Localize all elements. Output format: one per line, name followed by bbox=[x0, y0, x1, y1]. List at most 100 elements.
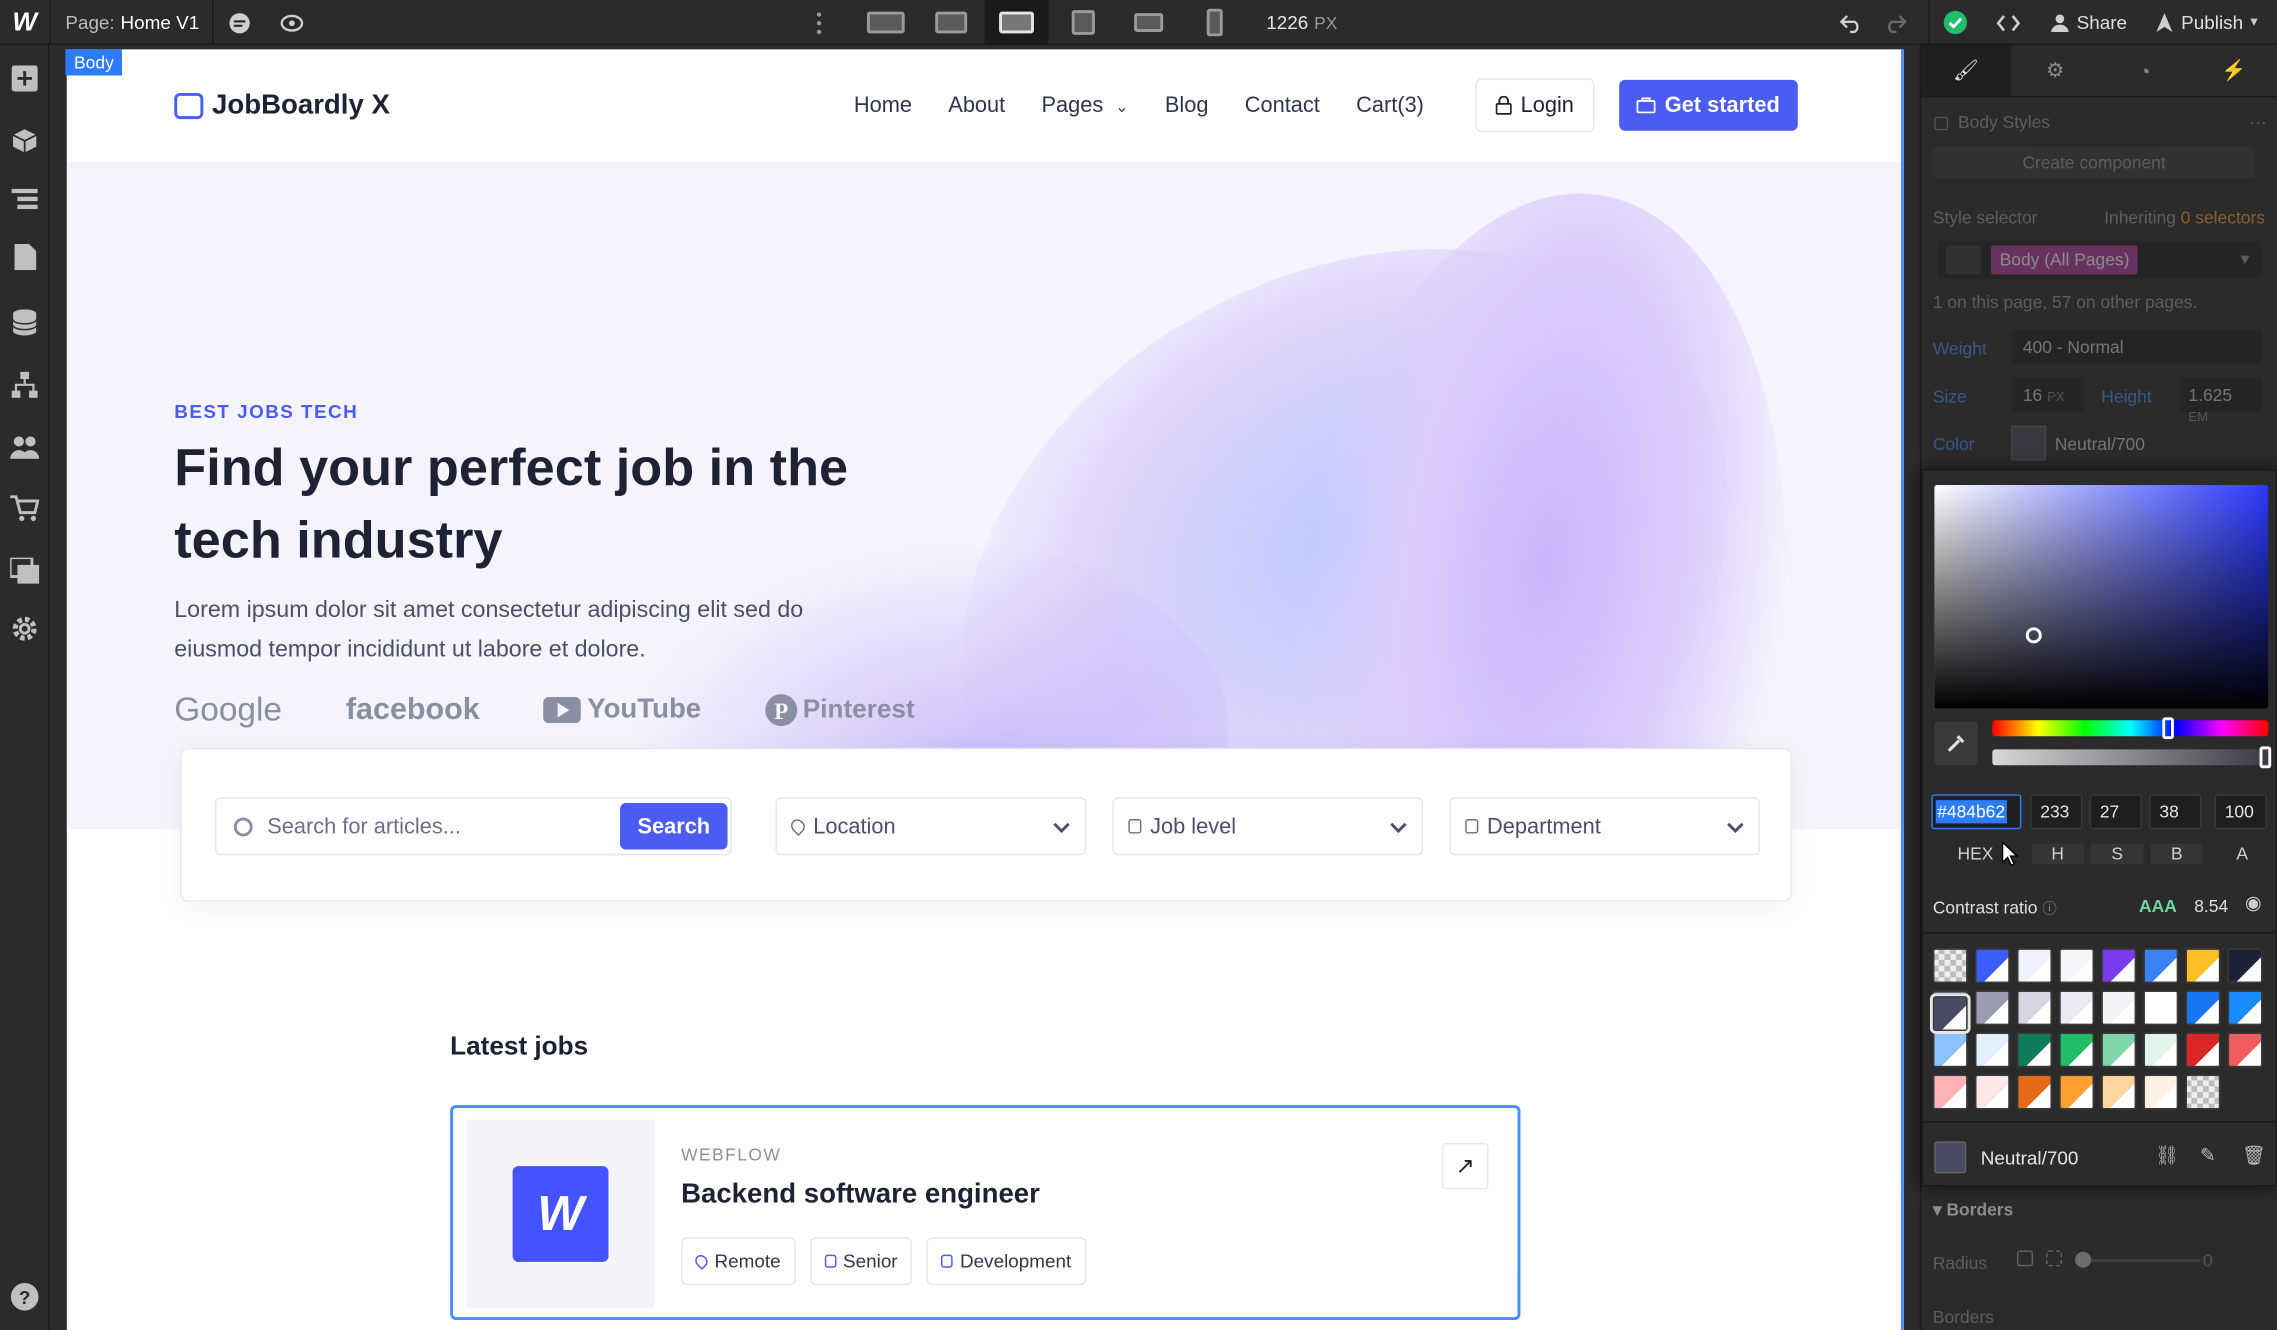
page-selector[interactable]: Page: Home V1 bbox=[65, 12, 199, 34]
create-component-button[interactable]: Create component bbox=[1932, 146, 2256, 179]
share-button[interactable]: Share bbox=[2050, 12, 2127, 33]
color-swatch[interactable] bbox=[1932, 948, 1968, 984]
borders-section-header[interactable]: ▾ Borders bbox=[1933, 1199, 2013, 1219]
color-swatch[interactable] bbox=[2101, 1074, 2137, 1110]
color-swatch[interactable] bbox=[2059, 990, 2095, 1026]
color-swatch[interactable] bbox=[1932, 1074, 1968, 1110]
hue-input[interactable]: 233 bbox=[2030, 794, 2083, 830]
department-select[interactable]: Department bbox=[1449, 797, 1761, 856]
alpha-slider[interactable] bbox=[1992, 746, 2272, 769]
assets-icon[interactable] bbox=[10, 556, 40, 585]
slider-handle[interactable] bbox=[2075, 1251, 2092, 1268]
publish-button[interactable]: Publish ▾ bbox=[2155, 12, 2258, 33]
color-swatch[interactable] bbox=[2227, 948, 2263, 984]
style-selector-field[interactable]: Body (All Pages) ▾ bbox=[1938, 241, 2262, 279]
alpha-mode-label[interactable]: A bbox=[2216, 844, 2268, 864]
color-swatch[interactable] bbox=[2185, 1074, 2221, 1110]
code-icon[interactable] bbox=[1995, 10, 2021, 35]
selector-chip[interactable]: Body (All Pages) bbox=[1990, 245, 2139, 275]
add-elements-icon[interactable] bbox=[10, 64, 39, 93]
more-options-icon[interactable] bbox=[806, 10, 832, 35]
color-cursor-handle[interactable] bbox=[2025, 627, 2042, 644]
hue-slider-handle[interactable] bbox=[2162, 717, 2174, 740]
nav-link-contact[interactable]: Contact bbox=[1245, 93, 1320, 118]
font-size-input[interactable]: 16 PX bbox=[2011, 377, 2084, 413]
radius-slider[interactable]: 0 bbox=[2017, 1245, 2264, 1277]
open-job-arrow-icon[interactable]: ↗ bbox=[1442, 1142, 1489, 1190]
nav-link-about[interactable]: About bbox=[948, 93, 1005, 118]
get-started-button[interactable]: Get started bbox=[1619, 79, 1798, 131]
color-swatch[interactable] bbox=[1974, 948, 2010, 984]
breakpoint-desktop-large-icon[interactable] bbox=[919, 0, 983, 45]
color-swatch[interactable] bbox=[2059, 948, 2095, 984]
settings-gear-icon[interactable] bbox=[10, 614, 39, 643]
interactions-bolt-icon[interactable]: ⚡ bbox=[2189, 45, 2277, 96]
saturation-input[interactable]: 27 bbox=[2089, 794, 2142, 830]
webflow-logo-icon[interactable]: W bbox=[0, 0, 49, 45]
navigator-icon[interactable] bbox=[10, 184, 39, 213]
color-swatch[interactable] bbox=[2059, 1032, 2095, 1068]
color-swatch[interactable] bbox=[2143, 1074, 2179, 1110]
color-swatch[interactable] bbox=[2017, 990, 2052, 1026]
brightness-input[interactable]: 38 bbox=[2149, 794, 2202, 830]
color-swatch[interactable] bbox=[2011, 425, 2047, 461]
location-select[interactable]: Location bbox=[775, 797, 1087, 856]
users-icon[interactable] bbox=[10, 433, 40, 462]
style-manager-drops-icon[interactable]: ◔ bbox=[2100, 45, 2189, 96]
color-swatch[interactable] bbox=[1974, 990, 2010, 1026]
brand-logo[interactable]: JobBoardly X bbox=[174, 90, 390, 122]
color-swatch[interactable] bbox=[2101, 1032, 2137, 1068]
login-button[interactable]: Login bbox=[1475, 78, 1595, 133]
nav-link-pages[interactable]: Pages ⌄ bbox=[1042, 93, 1129, 118]
color-swatch[interactable] bbox=[2143, 990, 2179, 1026]
color-swatch[interactable] bbox=[1929, 993, 1971, 1034]
undo-icon[interactable] bbox=[1838, 10, 1864, 35]
breakpoint-mobile-portrait-icon[interactable] bbox=[1182, 0, 1246, 45]
color-swatch[interactable] bbox=[2059, 1074, 2095, 1110]
breakpoint-tablet-icon[interactable] bbox=[1051, 0, 1115, 45]
detach-link-icon[interactable]: ⛓ bbox=[2155, 1144, 2179, 1167]
breakpoint-mobile-landscape-icon[interactable] bbox=[1117, 0, 1181, 45]
components-cube-icon[interactable] bbox=[10, 126, 39, 155]
style-brush-icon[interactable]: 🖌 bbox=[1921, 45, 2011, 96]
nav-link-cart[interactable]: Cart(3) bbox=[1356, 93, 1424, 118]
color-swatch[interactable] bbox=[1974, 1032, 2010, 1068]
selected-element-tag[interactable]: Body bbox=[65, 49, 123, 76]
logic-flow-icon[interactable] bbox=[10, 370, 39, 399]
redo-icon[interactable] bbox=[1882, 10, 1908, 35]
nav-link-home[interactable]: Home bbox=[854, 93, 912, 118]
color-swatch[interactable] bbox=[2017, 1074, 2052, 1110]
color-swatch[interactable] bbox=[1932, 1032, 1968, 1068]
job-level-select[interactable]: Job level bbox=[1112, 797, 1424, 856]
alpha-slider-handle[interactable] bbox=[2259, 746, 2272, 769]
job-card[interactable]: W WEBFLOW Backend software engineer Remo… bbox=[450, 1105, 1521, 1321]
eye-icon[interactable]: ◉ bbox=[2245, 892, 2261, 915]
settings-gear-icon[interactable]: ⚙ bbox=[2011, 45, 2100, 96]
alpha-input[interactable]: 100 bbox=[2214, 794, 2267, 830]
nav-link-blog[interactable]: Blog bbox=[1165, 93, 1209, 118]
breakpoint-desktop-base-icon[interactable] bbox=[984, 0, 1049, 46]
search-input[interactable]: Search for articles... Search bbox=[214, 797, 732, 856]
color-swatch[interactable] bbox=[2143, 948, 2179, 984]
hue-mode-label[interactable]: H bbox=[2031, 843, 2084, 865]
hex-input[interactable]: #484b62 bbox=[1931, 794, 2022, 830]
saturation-brightness-area[interactable] bbox=[1934, 485, 2269, 709]
info-icon[interactable]: ⓘ bbox=[2042, 902, 2057, 918]
edit-pencil-icon[interactable]: ✎ bbox=[2200, 1144, 2216, 1167]
job-title[interactable]: Backend software engineer bbox=[681, 1179, 1040, 1211]
color-swatch[interactable] bbox=[2185, 948, 2221, 984]
preview-eye-icon[interactable] bbox=[279, 10, 305, 35]
color-swatch[interactable] bbox=[2185, 1032, 2221, 1068]
pages-icon[interactable] bbox=[10, 243, 39, 272]
brightness-mode-label[interactable]: B bbox=[2150, 843, 2203, 865]
comments-icon[interactable] bbox=[227, 10, 253, 35]
color-swatch[interactable] bbox=[2101, 990, 2137, 1026]
weight-select[interactable]: 400 - Normal bbox=[2011, 329, 2262, 365]
color-swatch[interactable] bbox=[1974, 1074, 2010, 1110]
color-swatch[interactable] bbox=[2227, 1032, 2263, 1068]
eyedropper-icon[interactable] bbox=[1934, 721, 1978, 766]
ecommerce-cart-icon[interactable] bbox=[10, 494, 40, 523]
inheriting-count[interactable]: 0 selectors bbox=[2181, 208, 2265, 228]
radius-all-icon[interactable] bbox=[2017, 1250, 2034, 1267]
line-height-input[interactable]: 1.625 EM bbox=[2179, 377, 2262, 424]
